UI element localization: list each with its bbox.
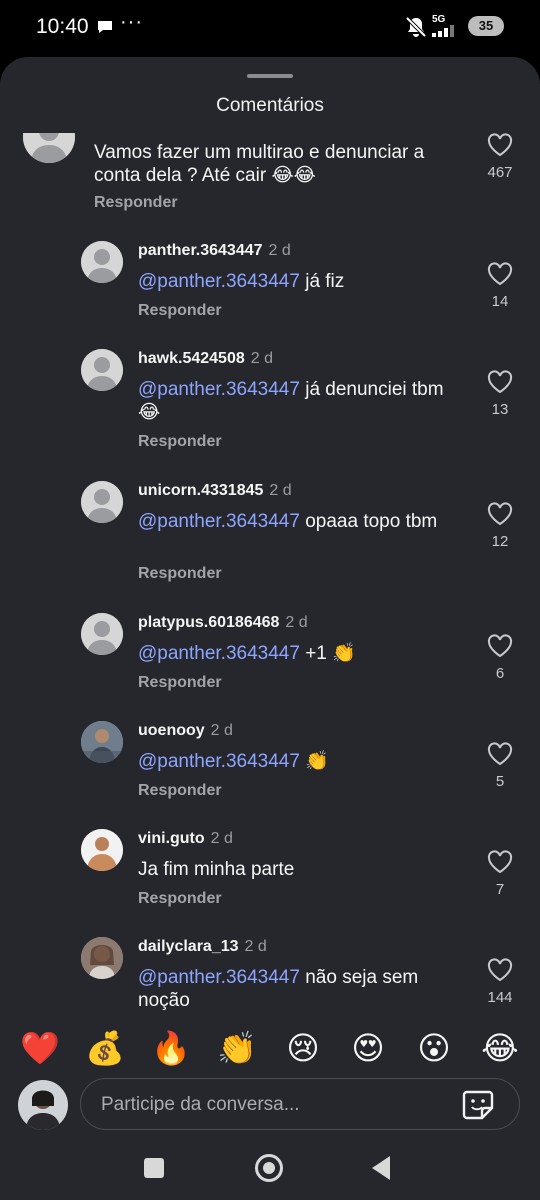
avatar[interactable]: [23, 133, 75, 163]
status-time: 10:40: [36, 15, 89, 38]
comment-text: @panther.3643447 +1 👏: [138, 643, 356, 664]
like-count: 14: [491, 293, 509, 310]
username[interactable]: hawk.5424508: [138, 350, 245, 367]
like-count: 144: [487, 989, 513, 1006]
heart-icon[interactable]: [487, 742, 513, 766]
username[interactable]: vini.guto: [138, 830, 205, 847]
comment-input-row: Participe da conversa...: [0, 1072, 540, 1140]
comment-text: @panther.3643447 não seja sem noção: [138, 967, 419, 1011]
emoji-clap[interactable]: 👏: [217, 1028, 257, 1068]
avatar[interactable]: [81, 721, 123, 763]
emoji-surprised[interactable]: 😮: [414, 1028, 454, 1068]
home-button[interactable]: [255, 1154, 283, 1182]
heart-icon[interactable]: [487, 958, 513, 982]
comment-header: platypus.60186468 2 d: [138, 614, 308, 632]
reply-button[interactable]: Responder: [94, 194, 178, 212]
comment-text: @panther.3643447 já denunciei tbm 😂: [138, 379, 444, 423]
comment-time: 2 d: [210, 830, 233, 847]
status-more-indicator: ···: [120, 11, 143, 33]
mention-link[interactable]: @panther.3643447: [138, 271, 300, 292]
emoji-heart[interactable]: ❤️: [20, 1028, 60, 1068]
comment-time: 2 d: [268, 242, 291, 259]
reply-button[interactable]: Responder: [138, 302, 222, 320]
comment-header: hawk.5424508 2 d: [138, 350, 273, 368]
avatar[interactable]: [81, 241, 123, 283]
status-bar: 10:40 ··· 5G 35: [0, 0, 540, 56]
heart-icon[interactable]: [487, 133, 513, 157]
avatar[interactable]: [81, 937, 123, 979]
current-user-avatar[interactable]: [18, 1080, 68, 1130]
like-count: 5: [495, 773, 505, 790]
emoji-cry[interactable]: 😢: [283, 1028, 323, 1068]
reply-button[interactable]: Responder: [138, 565, 222, 583]
comment-time: 2 d: [244, 938, 267, 955]
emoji-quick-bar: ❤️ 💰 🔥 👏 😢 😍 😮 😂: [0, 1016, 540, 1078]
comment-input[interactable]: Participe da conversa...: [80, 1078, 520, 1130]
sheet-title: Comentários: [216, 95, 324, 116]
like-count: 7: [495, 881, 505, 898]
mention-link[interactable]: @panther.3643447: [138, 967, 300, 988]
emoji-laugh[interactable]: 😂: [480, 1028, 520, 1068]
mute-icon: [405, 16, 427, 38]
mention-link[interactable]: @panther.3643447: [138, 379, 300, 400]
mention-link[interactable]: @panther.3643447: [138, 511, 300, 532]
comment-time: 2 d: [269, 482, 292, 499]
like-count: 6: [495, 665, 505, 682]
message-icon: [98, 21, 112, 33]
mention-link[interactable]: @panther.3643447: [138, 643, 300, 664]
comment-time: 2 d: [285, 614, 308, 631]
comment-header: uoenooy 2 d: [138, 722, 233, 740]
comment-text: @panther.3643447 opaaa topo tbm: [138, 511, 438, 532]
avatar[interactable]: [81, 349, 123, 391]
heart-icon[interactable]: [487, 370, 513, 394]
comment-time: 2 d: [250, 350, 273, 367]
sheet-drag-handle[interactable]: [247, 74, 293, 78]
heart-icon[interactable]: [487, 850, 513, 874]
battery-indicator: 35: [468, 16, 504, 36]
comment-text: Vamos fazer um multirao e denunciar a co…: [94, 142, 425, 186]
comment-header: dailyclara_13 2 d: [138, 938, 267, 956]
like-count: 12: [491, 533, 509, 550]
network-type: 5G: [432, 14, 446, 25]
comments-sheet: Comentários Vamos fazer um multirao e de…: [0, 57, 540, 1140]
username[interactable]: platypus.60186468: [138, 614, 279, 631]
avatar[interactable]: [81, 481, 123, 523]
back-button[interactable]: [372, 1156, 390, 1180]
comment-text: Ja fim minha parte: [138, 859, 295, 880]
comment-header: vini.guto 2 d: [138, 830, 233, 848]
reply-button[interactable]: Responder: [138, 890, 222, 908]
username[interactable]: uoenooy: [138, 722, 205, 739]
comment-header: panther.3643447 2 d: [138, 242, 291, 260]
avatar[interactable]: [81, 829, 123, 871]
emoji-heart-eyes[interactable]: 😍: [348, 1028, 388, 1068]
signal-icon: [432, 25, 454, 37]
comment-text: @panther.3643447 já fiz: [138, 271, 345, 292]
heart-icon[interactable]: [487, 502, 513, 526]
username[interactable]: unicorn.4331845: [138, 482, 263, 499]
reply-button[interactable]: Responder: [138, 782, 222, 800]
reply-button[interactable]: Responder: [138, 674, 222, 692]
emoji-fire[interactable]: 🔥: [151, 1028, 191, 1068]
comment-text: @panther.3643447 👏: [138, 751, 329, 772]
heart-icon[interactable]: [487, 262, 513, 286]
username[interactable]: panther.3643447: [138, 242, 263, 259]
username[interactable]: dailyclara_13: [138, 938, 239, 955]
recent-apps-button[interactable]: [144, 1158, 164, 1178]
sticker-icon[interactable]: [461, 1089, 495, 1121]
mention-link[interactable]: @panther.3643447: [138, 751, 300, 772]
avatar[interactable]: [81, 613, 123, 655]
comment-list[interactable]: Vamos fazer um multirao e denunciar a co…: [0, 133, 540, 1017]
comment-header: unicorn.4331845 2 d: [138, 482, 292, 500]
like-count: 13: [491, 401, 509, 418]
heart-icon[interactable]: [487, 634, 513, 658]
reply-button[interactable]: Responder: [138, 433, 222, 451]
system-nav-bar: [0, 1140, 540, 1200]
emoji-money-bag[interactable]: 💰: [85, 1028, 125, 1068]
comment-input-placeholder: Participe da conversa...: [101, 1094, 300, 1115]
comment-time: 2 d: [210, 722, 233, 739]
like-count: 467: [487, 164, 513, 181]
